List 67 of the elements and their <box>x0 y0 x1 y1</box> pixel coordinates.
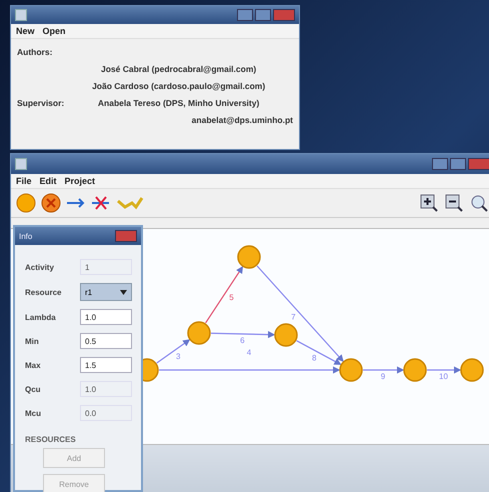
maximize-button[interactable] <box>450 158 466 170</box>
close-button[interactable] <box>468 158 489 170</box>
field-label: Mcu <box>25 408 42 418</box>
section-heading: RESOURCES <box>24 434 77 446</box>
node-tool[interactable] <box>15 192 37 214</box>
zoom-out-icon <box>445 194 463 212</box>
zoom-in-icon <box>420 194 438 212</box>
field-label: Qcu <box>25 384 42 394</box>
magnifier-icon <box>470 194 488 212</box>
resource-dropdown[interactable]: r1 <box>80 283 132 301</box>
zoom-out-button[interactable] <box>443 192 465 214</box>
close-button[interactable] <box>273 9 295 21</box>
author-text: João Cardoso (cardoso.paulo@gmail.com) <box>91 81 266 91</box>
field-label: Min <box>25 336 40 346</box>
input-field[interactable]: 1.0 <box>80 309 132 325</box>
edge-label: 5 <box>229 292 234 302</box>
caret-icon <box>120 290 127 294</box>
input-field[interactable]: 0.5 <box>80 333 132 349</box>
menu-item[interactable]: Edit <box>40 176 57 186</box>
edge-arrow <box>427 366 462 374</box>
menu-item[interactable]: File <box>16 176 32 186</box>
app-icon <box>15 158 27 170</box>
menu-item[interactable]: Project <box>64 176 96 186</box>
menu-item[interactable]: New <box>16 26 35 36</box>
edge-label: 8 <box>312 353 316 362</box>
edge-arrow <box>156 339 190 364</box>
graph-node[interactable] <box>187 321 211 345</box>
author-text: José Cabral (pedrocabral@gmail.com) <box>100 64 258 74</box>
edge-label: 10 <box>439 372 448 381</box>
graph-node[interactable] <box>403 358 427 382</box>
supervisor-text: anabelat@dps.uminho.pt <box>190 115 293 125</box>
zigzag-icon <box>116 195 144 211</box>
edge-label: 3 <box>176 352 180 361</box>
close-button[interactable] <box>115 230 137 242</box>
zoom-in-button[interactable] <box>418 192 440 214</box>
readonly-field: 1 <box>80 259 132 275</box>
field-label: Resource <box>25 288 62 296</box>
arrow-icon <box>66 196 86 210</box>
minimize-button[interactable] <box>237 9 253 21</box>
graph-node[interactable] <box>274 323 298 347</box>
edge-label: 6 <box>240 336 245 345</box>
graph-node[interactable] <box>460 358 484 382</box>
edge-arrow <box>363 366 404 374</box>
edge-arrow <box>205 266 244 324</box>
field-label: Lambda <box>25 312 57 322</box>
dialog-title: Info <box>19 232 32 240</box>
graph-node[interactable] <box>339 358 363 382</box>
supervisor-label: Supervisor: <box>17 98 64 108</box>
circle-icon <box>16 193 36 213</box>
circle-cross-icon <box>41 193 61 213</box>
field-label: Max <box>25 360 42 370</box>
app-icon <box>15 9 27 21</box>
readonly-field: 1.0 <box>80 381 132 397</box>
menu-item[interactable]: Open <box>42 26 66 36</box>
maximize-button[interactable] <box>255 9 271 21</box>
edge-label: 9 <box>380 372 386 381</box>
authors-label: Authors: <box>17 47 54 57</box>
field-label: Activity <box>25 262 55 272</box>
graph-node[interactable] <box>237 245 261 269</box>
edge-label: 7 <box>291 312 296 322</box>
edge-label: 4 <box>246 348 252 357</box>
readonly-field: 0.0 <box>80 405 132 421</box>
supervisor-text: Anabela Tereso (DPS, Minho University) <box>96 98 260 108</box>
minimize-button[interactable] <box>432 158 448 170</box>
input-field[interactable]: 1.5 <box>80 357 132 373</box>
arrow-cross-icon <box>91 194 111 212</box>
remove-node-tool[interactable] <box>40 192 62 214</box>
